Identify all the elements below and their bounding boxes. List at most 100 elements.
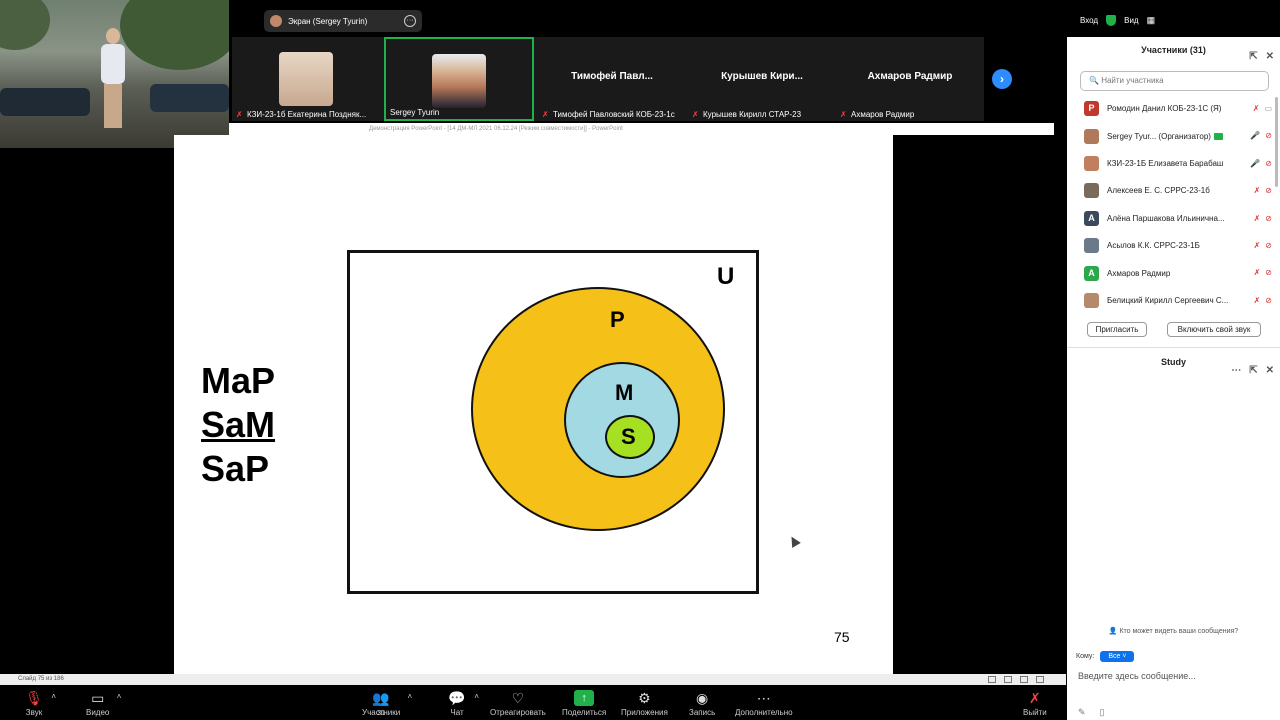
format-text-icon[interactable]: ✎ <box>1078 707 1086 718</box>
participant-row[interactable]: Sergey Tyur... (Организатор) 🎤 ⊘ <box>1067 122 1280 149</box>
audio-button[interactable]: 🎙 Звук ˄ <box>24 690 56 717</box>
screen-share-banner[interactable]: Экран (Sergey Tyurin) ··· <box>264 10 422 32</box>
reading-view-icon[interactable] <box>1020 676 1028 683</box>
who-can-see-link[interactable]: 👤 Кто может видеть ваши сообщения? <box>1067 627 1280 635</box>
host-badge-icon <box>1213 132 1223 140</box>
more-label: Дополнительно <box>735 708 793 717</box>
chat-button[interactable]: 💬 Чат ˄ <box>447 690 479 717</box>
unmute-self-button[interactable]: Включить свой звук <box>1167 322 1261 337</box>
avatar <box>1084 238 1099 254</box>
audio-label: Звук <box>25 708 43 717</box>
panel-scrollbar[interactable] <box>1275 97 1278 187</box>
more-button[interactable]: ⋯ Дополнительно <box>735 690 793 717</box>
view-menu[interactable]: Вид <box>1124 16 1138 25</box>
person-legs <box>104 84 122 128</box>
tile-name: Sergey Tyurin <box>390 108 440 117</box>
avatar <box>1084 128 1099 144</box>
participant-status-icons: ✗ ⊘ <box>1254 214 1272 223</box>
attach-file-icon[interactable]: ▯ <box>1100 707 1105 718</box>
participant-photo <box>432 54 486 108</box>
audio-caret-icon[interactable]: ˄ <box>51 692 56 701</box>
share-screen-button[interactable]: ↑ Поделиться <box>562 690 606 717</box>
participant-row[interactable]: Асылов К.К. СРРС-23-1Б ✗ ⊘ <box>1067 232 1280 259</box>
video-tile[interactable]: Тимофей Павл... ✗ Тимофей Павловский КОБ-… <box>538 37 686 121</box>
participant-row[interactable]: А Ахмаров Радмир ✗ ⊘ <box>1067 259 1280 286</box>
zoom-window: Экран (Sergey Tyurin) ··· Вход Вид ▦ ✗ КЗ… <box>0 0 1280 720</box>
security-shield-icon[interactable] <box>1106 14 1117 26</box>
recipient-dropdown[interactable]: Все ˅ <box>1100 651 1135 662</box>
apps-label: Приложения <box>621 708 668 717</box>
chat-close-icon[interactable]: ✕ <box>1266 357 1274 385</box>
popout-icon[interactable]: ⇱ <box>1249 44 1257 70</box>
participant-name: Асылов К.К. СРРС-23-1Б <box>1107 241 1200 251</box>
react-button[interactable]: ♡ Отреагировать <box>490 690 546 717</box>
sorter-view-icon[interactable] <box>1004 676 1012 683</box>
sharer-avatar <box>270 15 282 27</box>
more-options-icon[interactable]: ··· <box>404 15 416 27</box>
participant-status-icons: 🎤 ⊘ <box>1250 131 1272 140</box>
video-tile[interactable]: Ахмаров Радмир ✗ Ахмаров Радмир <box>836 37 984 121</box>
video-tile[interactable]: ✗ КЗИ-23-1б Екатерина Поздняк... <box>232 37 380 121</box>
recipient-value: Все <box>1108 653 1121 660</box>
chat-message-input[interactable]: Введите здесь сообщение... <box>1078 671 1196 681</box>
chat-caret-icon[interactable]: ˄ <box>474 692 479 701</box>
participants-button[interactable]: 👥31 Участники ˄ <box>362 690 412 717</box>
mic-muted-icon: ✗ <box>1253 213 1261 223</box>
video-tile[interactable]: Курышев Кири... ✗ Курышев Кирилл СТАР-23 <box>688 37 836 121</box>
camera-icon: ▭ <box>91 690 105 706</box>
mic-muted-icon: ✗ <box>1253 186 1261 196</box>
participants-icon: 👥31 <box>372 690 390 717</box>
participant-status-icons: ✗ ⊘ <box>1254 296 1272 305</box>
view-buttons <box>988 676 1044 683</box>
close-icon[interactable]: ✕ <box>1266 44 1274 70</box>
login-link[interactable]: Вход <box>1080 16 1098 25</box>
camera-off-icon: ⊘ <box>1265 240 1272 250</box>
participant-row[interactable]: Алексеев Е. С. СРРС-23-1б ✗ ⊘ <box>1067 177 1280 204</box>
leave-button[interactable]: ✗ Выйти <box>1023 690 1047 717</box>
mic-muted-icon: ✗ <box>542 109 549 119</box>
avatar <box>1084 183 1099 199</box>
video-button[interactable]: ▭ Видео ˄ <box>86 690 121 717</box>
tree-shape <box>0 0 50 50</box>
apps-button[interactable]: ⚙ Приложения <box>621 690 668 717</box>
tile-big-name: Тимофей Павл... <box>571 71 653 82</box>
view-grid-icon[interactable]: ▦ <box>1147 15 1156 26</box>
chat-recipient-row: Кому: Все ˅ <box>1076 651 1135 662</box>
camera-off-icon: ⊘ <box>1265 158 1272 168</box>
participant-name: Алёна Паршакова Ильинична... <box>1107 213 1225 223</box>
invite-button[interactable]: Пригласить <box>1087 322 1147 337</box>
video-caret-icon[interactable]: ˄ <box>117 692 122 701</box>
mic-muted-icon: ✗ <box>1252 104 1260 113</box>
avatar <box>1084 155 1099 171</box>
participants-caret-icon[interactable]: ˄ <box>408 692 413 701</box>
participant-name: Алексеев Е. С. СРРС-23-1б <box>1107 186 1210 196</box>
chat-more-icon[interactable]: ⋯ <box>1231 357 1241 385</box>
participant-status-icons: 🎤 ⊘ <box>1250 159 1272 168</box>
who-can-see-text: Кто может видеть ваши сообщения? <box>1119 628 1239 635</box>
person-torso <box>101 44 125 84</box>
slideshow-view-icon[interactable] <box>1036 676 1044 683</box>
participant-row[interactable]: Белицкий Кирилл Сергеевич С... ✗ ⊘ <box>1067 287 1280 314</box>
person-head <box>106 28 120 44</box>
more-dots-icon: ⋯ <box>756 690 771 706</box>
meeting-toolbar: 🎙 Звук ˄ ▭ Видео ˄ 👥31 Участники ˄ 💬 Чат ˄ ♡ Отре… <box>0 686 1066 720</box>
participant-row[interactable]: А Алёна Паршакова Ильинична... ✗ ⊘ <box>1067 205 1280 232</box>
participant-status-icons: ✗ ⊘ <box>1254 186 1272 195</box>
panel-title: Участники (31) <box>1141 45 1206 55</box>
participant-name: КЗИ-23-1Б Елизавета Барабаш <box>1107 158 1224 168</box>
record-button[interactable]: ◉ Запись <box>689 690 715 717</box>
participant-row[interactable]: Р Ромодин Данил КОБ-23-1С (Я) ✗ ▭ <box>1067 95 1280 122</box>
participant-row[interactable]: КЗИ-23-1Б Елизавета Барабаш 🎤 ⊘ <box>1067 150 1280 177</box>
participant-search-input[interactable]: 🔍 Найти участника <box>1080 71 1269 91</box>
chat-title: Study <box>1160 357 1186 367</box>
top-right-controls: Вход Вид ▦ <box>1080 10 1155 30</box>
video-tile-active-speaker[interactable]: Sergey Tyurin <box>384 37 534 121</box>
self-video-thumbnail[interactable] <box>0 0 229 148</box>
chat-popout-icon[interactable]: ⇱ <box>1249 357 1257 385</box>
heart-icon: ♡ <box>511 690 525 706</box>
normal-view-icon[interactable] <box>988 676 996 683</box>
participant-status-icons: ✗ ⊘ <box>1254 268 1272 277</box>
next-page-arrow-icon[interactable]: › <box>992 69 1012 89</box>
tile-name: Ахмаров Радмир <box>851 110 915 119</box>
mic-muted-icon: ✗ <box>1253 295 1261 305</box>
